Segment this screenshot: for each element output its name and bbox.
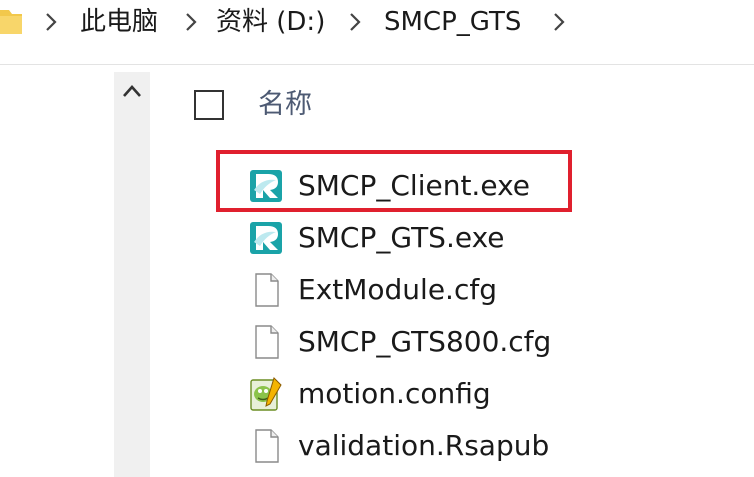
app-exe-icon xyxy=(250,222,282,254)
notepad-plus-plus-file-icon xyxy=(250,377,282,411)
file-name: validation.Rsapub xyxy=(298,429,550,462)
breadcrumb: 此电脑 资料 (D:) SMCP_GTS xyxy=(0,0,754,48)
file-row[interactable]: ExtModule.cfg xyxy=(244,264,744,312)
breadcrumb-item-drive-d[interactable]: 资料 (D:) xyxy=(216,4,325,40)
breadcrumb-item-this-pc[interactable]: 此电脑 xyxy=(80,4,158,40)
file-row[interactable]: validation.Rsapub xyxy=(244,420,744,468)
chevron-up-icon xyxy=(123,85,141,97)
file-name: ExtModule.cfg xyxy=(298,273,497,306)
folder-icon xyxy=(0,10,22,34)
scroll-up-button[interactable] xyxy=(114,72,150,112)
blank-file-icon xyxy=(255,325,279,359)
file-name: SMCP_GTS800.cfg xyxy=(298,325,552,358)
scrollbar[interactable] xyxy=(114,72,150,477)
file-explorer-window: 此电脑 资料 (D:) SMCP_GTS 名称 SMCP_Client.exe … xyxy=(0,0,754,477)
file-row[interactable]: SMCP_GTS.exe xyxy=(244,212,744,260)
blank-file-icon xyxy=(255,273,279,307)
file-row[interactable]: SMCP_GTS800.cfg xyxy=(244,316,744,364)
chevron-right-icon[interactable] xyxy=(348,11,362,33)
file-name: SMCP_GTS.exe xyxy=(298,221,505,254)
file-row[interactable]: motion.config xyxy=(244,368,744,416)
blank-file-icon xyxy=(255,429,279,463)
breadcrumb-item-smcp-gts[interactable]: SMCP_GTS xyxy=(384,4,521,40)
file-name: motion.config xyxy=(298,377,491,410)
address-bar-divider xyxy=(0,64,754,65)
column-header-name[interactable]: 名称 xyxy=(258,86,312,124)
chevron-right-icon[interactable] xyxy=(184,11,198,33)
chevron-right-icon[interactable] xyxy=(44,11,58,33)
select-all-checkbox[interactable] xyxy=(194,90,224,120)
highlight-annotation-box xyxy=(216,150,572,212)
chevron-right-icon[interactable] xyxy=(552,11,566,33)
